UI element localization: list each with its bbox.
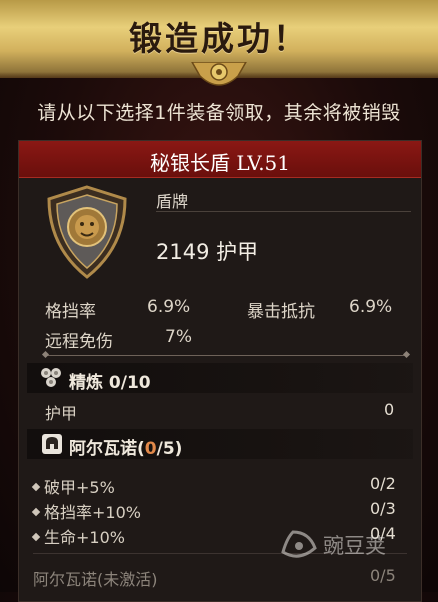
watermark: 豌豆荚 bbox=[275, 518, 415, 568]
item-type: 盾牌 bbox=[156, 192, 189, 211]
crit-resist-label: 暴击抵抗 bbox=[247, 302, 315, 322]
refine-armor-label: 护甲 bbox=[45, 404, 78, 423]
refine-armor-value: 0 bbox=[384, 400, 395, 419]
stats-divider bbox=[41, 350, 411, 359]
block-rate-value: 6.9% bbox=[147, 297, 191, 317]
ranged-reduction-value: 7% bbox=[165, 327, 192, 347]
set-bonus-row: 格挡率+10% bbox=[31, 499, 141, 523]
set-count: 0 bbox=[144, 439, 157, 459]
pea-logo-icon bbox=[281, 530, 317, 558]
refine-gems-icon bbox=[41, 368, 61, 387]
set-helmet-icon bbox=[42, 434, 62, 454]
refine-title: 精炼 0/10 bbox=[69, 373, 151, 393]
set-bonus-row: 破甲+5% bbox=[31, 474, 115, 498]
armor-value: 2149 护甲 bbox=[156, 240, 259, 264]
banner-title: 锻造成功！ bbox=[129, 19, 309, 58]
crit-resist-value: 6.9% bbox=[349, 297, 393, 317]
watermark-text: 豌豆荚 bbox=[323, 534, 386, 558]
shield-icon bbox=[47, 185, 127, 279]
set-title: 阿尔瓦诺(0/5) bbox=[69, 439, 183, 459]
type-underline bbox=[156, 211, 411, 212]
instruction-text: 请从以下选择1件装备领取，其余将被销毁 bbox=[37, 102, 401, 124]
set-inactive-label: 阿尔瓦诺(未激活) bbox=[33, 570, 158, 589]
set-inactive-progress: 0/5 bbox=[370, 566, 396, 585]
item-header: 秘银长盾 LV.51 bbox=[19, 141, 421, 178]
set-bonus-progress: 0/3 bbox=[370, 499, 396, 518]
ornament-medallion-icon bbox=[191, 62, 247, 86]
set-bonus-progress: 0/2 bbox=[370, 474, 396, 493]
set-bonus-row: 生命+10% bbox=[31, 524, 125, 548]
block-rate-label: 格挡率 bbox=[45, 302, 96, 322]
item-name: 秘银长盾 LV.51 bbox=[149, 151, 291, 175]
ranged-reduction-label: 远程免伤 bbox=[45, 332, 113, 352]
